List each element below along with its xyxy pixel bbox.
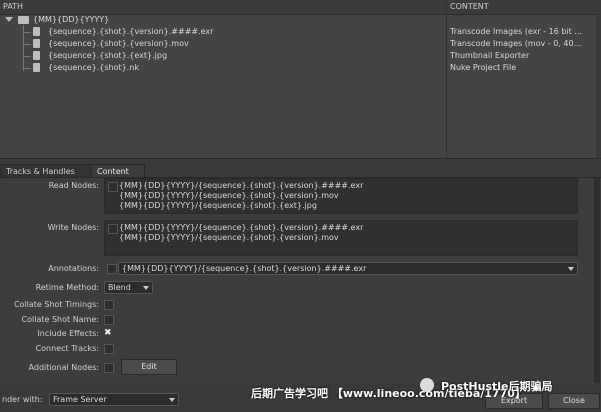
- tree-path-text: {sequence}.{shot}.{version}.####.exr: [48, 27, 214, 36]
- export-structure-tree[interactable]: PATH CONTENT {MM}{DD}{YYYY} {sequence}.{…: [0, 0, 601, 159]
- retime-method-dropdown[interactable]: Blend: [104, 281, 153, 294]
- file-icon: [33, 51, 40, 60]
- tree-branch-line: [23, 44, 31, 45]
- tree-scrollbar[interactable]: [596, 14, 601, 158]
- tree-path-text: {sequence}.{shot}.nk: [48, 63, 139, 72]
- folder-icon: [18, 16, 29, 24]
- file-icon: [33, 63, 40, 72]
- annotations-value: {MM}{DD}{YYYY}/{sequence}.{shot}.{versio…: [122, 264, 367, 273]
- tree-path-text: {MM}{DD}{YYYY}: [33, 15, 110, 24]
- render-with-dropdown[interactable]: Frame Server: [49, 393, 179, 406]
- file-icon: [33, 27, 40, 36]
- tree-content-text: Nuke Project File: [450, 63, 517, 72]
- edit-button[interactable]: Edit: [121, 359, 177, 375]
- tree-content-text: Thumbnail Exporter: [450, 51, 530, 60]
- additional-nodes-label: Additional Nodes:: [28, 363, 99, 372]
- connect-tracks-checkbox[interactable]: [104, 344, 114, 354]
- collate-shot-name-label: Collate Shot Name:: [21, 315, 99, 324]
- read-nodes-list[interactable]: {MM}{DD}{YYYY}/{sequence}.{shot}.{versio…: [104, 178, 578, 214]
- tree-content-text: Transcode Images (exr - 16 bit ...: [450, 27, 582, 36]
- chevron-down-icon: [143, 286, 149, 290]
- close-button[interactable]: Close: [548, 393, 600, 409]
- path-column-header[interactable]: PATH: [3, 2, 23, 11]
- read-nodes-label: Read Nodes:: [48, 181, 99, 190]
- additional-nodes-checkbox[interactable]: [104, 363, 114, 373]
- tree-row[interactable]: {sequence}.{shot}.{version}.####.exr Tra…: [0, 26, 601, 38]
- render-with-label: nder with:: [2, 395, 43, 404]
- tree-row-folder[interactable]: {MM}{DD}{YYYY}: [0, 14, 601, 26]
- retime-method-label: Retime Method:: [35, 283, 99, 292]
- content-column-header[interactable]: CONTENT: [450, 2, 489, 11]
- list-item[interactable]: {MM}{DD}{YYYY}/{sequence}.{shot}.{versio…: [119, 181, 363, 190]
- read-node-checkbox[interactable]: [108, 182, 118, 192]
- include-effects-label: Include Effects:: [37, 329, 99, 338]
- tree-branch-line: [23, 56, 31, 57]
- include-effects-checkbox[interactable]: ✖: [104, 328, 112, 338]
- list-item[interactable]: {MM}{DD}{YYYY}/{sequence}.{shot}.{ext}.j…: [119, 201, 317, 210]
- tree-branch-line: [23, 68, 31, 69]
- collate-shot-timings-label: Collate Shot Timings:: [13, 300, 99, 309]
- list-item[interactable]: {MM}{DD}{YYYY}/{sequence}.{shot}.{versio…: [119, 191, 339, 200]
- tree-header: PATH CONTENT: [0, 0, 601, 15]
- tree-row[interactable]: {sequence}.{shot}.{ext}.jpg Thumbnail Ex…: [0, 50, 601, 62]
- collate-shot-name-checkbox[interactable]: [104, 315, 114, 325]
- content-scrollbar[interactable]: [594, 178, 600, 383]
- tree-row[interactable]: {sequence}.{shot}.nk Nuke Project File: [0, 62, 601, 74]
- connect-tracks-label: Connect Tracks:: [35, 344, 99, 353]
- tree-path-text: {sequence}.{shot}.{ext}.jpg: [48, 51, 168, 60]
- tree-content-text: Transcode Images (mov - 0, 40...: [450, 39, 582, 48]
- wechat-icon: [420, 378, 434, 392]
- annotations-label: Annotations:: [48, 264, 99, 273]
- tree-branch-line: [23, 32, 31, 33]
- retime-method-value: Blend: [108, 283, 131, 292]
- content-settings-panel: Read Nodes: {MM}{DD}{YYYY}/{sequence}.{s…: [0, 177, 601, 383]
- annotations-checkbox[interactable]: [107, 264, 117, 274]
- collapse-arrow-icon[interactable]: [5, 17, 13, 22]
- tree-row[interactable]: {sequence}.{shot}.{version}.mov Transcod…: [0, 38, 601, 50]
- file-icon: [33, 39, 40, 48]
- write-nodes-list[interactable]: {MM}{DD}{YYYY}/{sequence}.{shot}.{versio…: [104, 220, 578, 256]
- chevron-down-icon: [568, 267, 574, 271]
- list-item[interactable]: {MM}{DD}{YYYY}/{sequence}.{shot}.{versio…: [119, 223, 363, 232]
- render-with-value: Frame Server: [53, 395, 107, 404]
- annotations-dropdown[interactable]: {MM}{DD}{YYYY}/{sequence}.{shot}.{versio…: [118, 262, 578, 275]
- chevron-down-icon: [169, 398, 175, 402]
- write-nodes-label: Write Nodes:: [47, 223, 99, 232]
- tree-path-text: {sequence}.{shot}.{version}.mov: [48, 39, 189, 48]
- write-node-checkbox[interactable]: [108, 224, 118, 234]
- collate-shot-timings-checkbox[interactable]: [104, 300, 114, 310]
- watermark-text: PostHustle后期骗局: [441, 380, 553, 393]
- list-item[interactable]: {MM}{DD}{YYYY}/{sequence}.{shot}.{versio…: [119, 233, 339, 242]
